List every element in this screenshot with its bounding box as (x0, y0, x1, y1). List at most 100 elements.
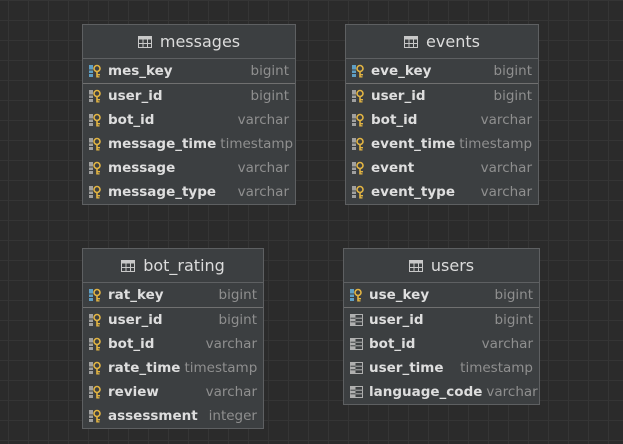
column-row[interactable]: language_code varchar (344, 380, 539, 404)
column-row[interactable]: bot_id varchar (346, 108, 538, 132)
column-list: eve_key bigint user_id bigint bot_id varchar e… (346, 59, 538, 204)
column-name: rate_time (108, 360, 181, 376)
table-title: messages (159, 32, 241, 51)
column-key-icon (351, 88, 369, 104)
primary-key-icon (351, 63, 369, 79)
column-key-icon (88, 184, 106, 200)
column-icon (349, 360, 367, 376)
column-name: review (108, 384, 159, 400)
column-name: user_id (108, 312, 163, 328)
column-type: bigint (493, 63, 533, 79)
primary-key-icon (88, 63, 106, 79)
column-type: bigint (218, 312, 258, 328)
column-name: rat_key (108, 287, 164, 303)
column-type: bigint (494, 287, 534, 303)
column-row[interactable]: user_id bigint (83, 84, 295, 108)
column-type: bigint (494, 312, 534, 328)
column-icon (349, 384, 367, 400)
table-title: bot_rating (143, 256, 225, 275)
column-name: event (371, 160, 415, 176)
column-list: mes_key bigint user_id bigint bot_id varchar m… (83, 59, 295, 204)
column-name: eve_key (371, 63, 432, 79)
table-users[interactable]: users use_key bigint user_id bigint bot_id va… (343, 248, 540, 405)
column-type: varchar (237, 160, 289, 176)
column-type: bigint (218, 287, 258, 303)
column-type: bigint (250, 63, 290, 79)
column-type: varchar (486, 384, 538, 400)
column-type: integer (208, 408, 257, 424)
column-row[interactable]: bot_id varchar (83, 332, 263, 356)
column-list: rat_key bigint user_id bigint bot_id varchar r… (83, 283, 263, 428)
column-key-icon (351, 136, 369, 152)
table-header: events (346, 25, 538, 59)
column-type: timestamp (220, 136, 294, 152)
column-name: user_id (369, 312, 424, 328)
column-row[interactable]: message_type varchar (83, 180, 295, 204)
column-type: timestamp (459, 136, 533, 152)
table-bot-rating[interactable]: bot_rating rat_key bigint user_id bigint bot… (82, 248, 264, 429)
column-key-icon (351, 112, 369, 128)
column-type: timestamp (460, 360, 533, 376)
column-key-icon (88, 384, 106, 400)
column-type: varchar (205, 384, 257, 400)
column-name: event_type (371, 184, 455, 200)
column-row[interactable]: user_time timestamp (344, 356, 539, 380)
column-key-icon (88, 88, 106, 104)
column-name: user_id (108, 88, 163, 104)
column-row[interactable]: bot_id varchar (83, 108, 295, 132)
column-type: varchar (237, 112, 289, 128)
column-row[interactable]: use_key bigint (344, 283, 539, 308)
column-name: bot_id (371, 112, 418, 128)
table-title: events (426, 32, 480, 51)
column-name: bot_id (108, 336, 155, 352)
column-row[interactable]: eve_key bigint (346, 59, 538, 84)
column-key-icon (88, 408, 106, 424)
column-row[interactable]: event_time timestamp (346, 132, 538, 156)
primary-key-icon (88, 287, 106, 303)
column-type: varchar (480, 112, 532, 128)
column-list: use_key bigint user_id bigint bot_id varchar u… (344, 283, 539, 404)
table-header: users (344, 249, 539, 283)
column-row[interactable]: rat_key bigint (83, 283, 263, 308)
column-key-icon (88, 112, 106, 128)
column-name: message_time (108, 136, 217, 152)
column-row[interactable]: event varchar (346, 156, 538, 180)
column-name: bot_id (369, 336, 416, 352)
table-icon (121, 259, 136, 272)
column-row[interactable]: rate_time timestamp (83, 356, 263, 380)
column-name: message (108, 160, 176, 176)
column-row[interactable]: message varchar (83, 156, 295, 180)
column-name: message_type (108, 184, 217, 200)
column-key-icon (88, 160, 106, 176)
table-messages[interactable]: messages mes_key bigint user_id bigint bot_i… (82, 24, 296, 205)
column-row[interactable]: assessment integer (83, 404, 263, 428)
table-header: bot_rating (83, 249, 263, 283)
column-row[interactable]: bot_id varchar (344, 332, 539, 356)
column-key-icon (88, 136, 106, 152)
table-icon (137, 35, 152, 48)
column-name: event_time (371, 136, 456, 152)
column-key-icon (351, 160, 369, 176)
column-type: varchar (205, 336, 257, 352)
column-type: varchar (481, 336, 533, 352)
column-key-icon (351, 184, 369, 200)
column-key-icon (88, 312, 106, 328)
column-row[interactable]: user_id bigint (346, 84, 538, 108)
column-name: user_id (371, 88, 426, 104)
column-name: mes_key (108, 63, 173, 79)
table-events[interactable]: events eve_key bigint user_id bigint bot_id v… (345, 24, 539, 205)
column-row[interactable]: message_time timestamp (83, 132, 295, 156)
column-type: varchar (480, 160, 532, 176)
column-row[interactable]: user_id bigint (344, 308, 539, 332)
column-type: varchar (480, 184, 532, 200)
column-name: bot_id (108, 112, 155, 128)
column-type: bigint (250, 88, 290, 104)
table-title: users (430, 256, 475, 275)
column-row[interactable]: user_id bigint (83, 308, 263, 332)
column-icon (349, 336, 367, 352)
column-row[interactable]: event_type varchar (346, 180, 538, 204)
column-name: user_time (369, 360, 444, 376)
primary-key-icon (349, 287, 367, 303)
column-row[interactable]: mes_key bigint (83, 59, 295, 84)
column-row[interactable]: review varchar (83, 380, 263, 404)
